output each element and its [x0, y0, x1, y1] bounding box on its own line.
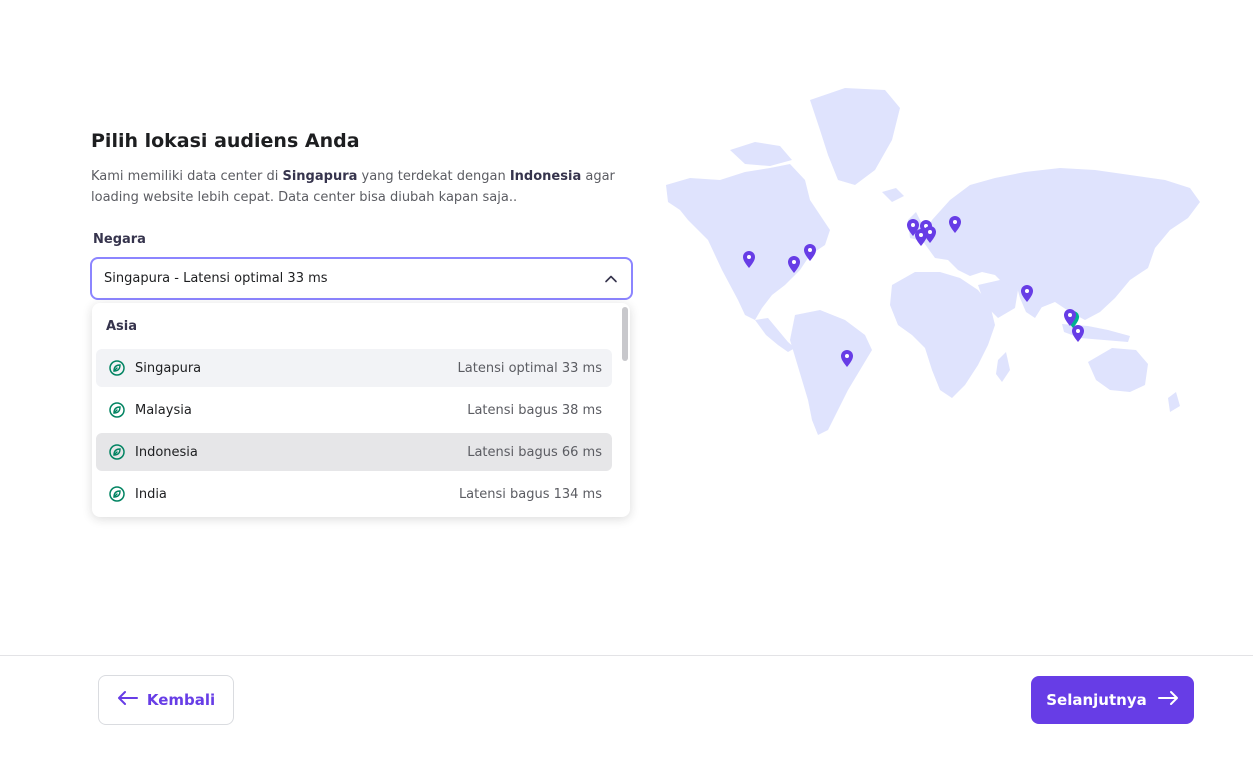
back-button-label: Kembali [146, 691, 216, 709]
next-button[interactable]: Selanjutnya [1031, 676, 1194, 724]
dropdown-scrollbar-thumb[interactable] [622, 307, 628, 361]
map-land-india [1015, 276, 1052, 318]
map-land-iceland [882, 188, 904, 202]
country-select-value: Singapura - Latensi optimal 33 ms [104, 271, 328, 286]
dropdown-item-name: Indonesia [135, 444, 198, 460]
dropdown-item-name: India [135, 486, 167, 502]
page-title: Pilih lokasi audiens Anda [91, 130, 360, 152]
dropdown-group-label: Asia [106, 319, 138, 334]
dropdown-item-indonesia[interactable]: Indonesia Latensi bagus 66 ms [96, 433, 612, 471]
footer-divider [0, 655, 1253, 656]
dropdown-item-name: Malaysia [135, 402, 192, 418]
map-land-greenland [810, 88, 900, 185]
highlight-singapore: Singapura [282, 169, 358, 184]
dropdown-item-latency: Latensi bagus 134 ms [458, 486, 602, 502]
chevron-up-icon[interactable] [603, 271, 619, 287]
country-dropdown: Asia Singapura Latensi optimal 33 ms Mal… [92, 303, 630, 517]
leaf-icon [108, 443, 126, 461]
next-button-label: Selanjutnya [1046, 691, 1147, 709]
map-land-north-america [666, 164, 830, 320]
dropdown-item-name: Singapura [135, 360, 202, 376]
dropdown-item-latency: Latensi bagus 38 ms [467, 402, 602, 418]
map-land-new-zealand [1168, 392, 1180, 412]
page-description: Kami memiliki data center di Singapura y… [91, 169, 615, 205]
back-button[interactable]: Kembali [98, 675, 234, 725]
country-select[interactable]: Singapura - Latensi optimal 33 ms [90, 257, 633, 300]
map-land-madagascar [996, 352, 1010, 382]
country-label: Negara [93, 232, 146, 247]
map-land-arctic-islands [730, 142, 792, 166]
map-land-australia [1088, 348, 1148, 392]
leaf-icon [108, 401, 126, 419]
map-land-central-america [755, 318, 795, 352]
leaf-icon [108, 359, 126, 377]
arrow-left-icon [117, 690, 139, 710]
dropdown-item-singapura[interactable]: Singapura Latensi optimal 33 ms [96, 349, 612, 387]
leaf-icon [108, 485, 126, 503]
map-pin-icon[interactable] [1072, 325, 1084, 342]
world-map [666, 88, 1200, 435]
dropdown-item-india[interactable]: India Latensi bagus 134 ms [96, 475, 612, 513]
map-land-south-america [790, 310, 872, 435]
dropdown-item-latency: Latensi bagus 66 ms [467, 444, 602, 460]
highlight-indonesia: Indonesia [509, 169, 582, 184]
arrow-right-icon [1157, 690, 1179, 710]
dropdown-item-latency: Latensi optimal 33 ms [457, 360, 602, 376]
map-land-africa [890, 272, 995, 398]
dropdown-item-malaysia[interactable]: Malaysia Latensi bagus 38 ms [96, 391, 612, 429]
